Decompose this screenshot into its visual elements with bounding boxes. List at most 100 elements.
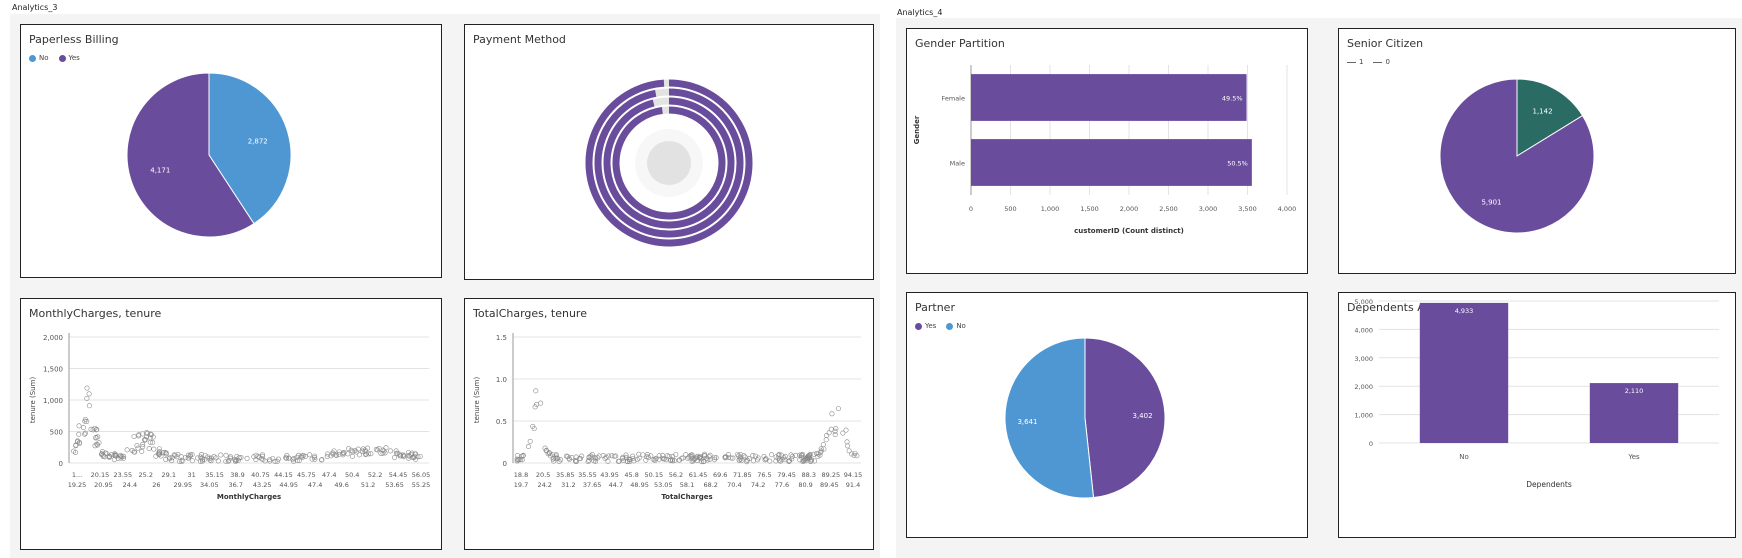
x-axis-title: TotalCharges [661,493,712,501]
x-tick-label: 36.7 [229,481,243,489]
x-tick-label: 54.45 [389,471,408,479]
x-tick-label: 71.85 [733,471,752,479]
total-charges-scatter: 0 0.5 1.0 1.5 tenure (Sum) 18.8 20.5 35.85 35.55… [473,333,862,501]
scatter-point [823,437,829,443]
x-axis-title: Dependents [1526,480,1572,489]
scatter-point [244,455,250,461]
scatter-point [270,455,276,461]
x-tick-label: Yes [1627,453,1640,461]
x-tick-label: 79.45 [777,471,796,479]
scatter-point [86,391,92,397]
gender-partition-card[interactable]: Gender Partition 0 500 1,000 1,500 2,000 2,50… [906,28,1308,274]
y-axis-title: tenure (Sum) [473,377,481,424]
x-tick-label: 19.25 [68,481,87,489]
scatter-point [151,446,157,452]
x-tick-label: 44.95 [279,481,298,489]
scatter-point [134,443,140,449]
scatter-point [782,453,788,459]
dashboard-label-analytics-4: Analytics_4 [897,8,943,17]
x-tick-label: 3,000 [1199,205,1218,213]
pie-data-label: 4,171 [150,167,170,175]
scatter-point [538,400,544,406]
x-tick-label: 34.05 [200,481,219,489]
partner-chart: 3,402 3,641 [1004,337,1166,499]
x-tick-label: 50.4 [345,471,359,479]
ring-center-core [647,141,691,185]
x-tick-label: 40.75 [251,471,270,479]
x-tick-label: 35.55 [578,471,597,479]
x-tick-label: 89.45 [820,481,839,489]
x-tick-label: 47.4 [322,471,336,479]
x-tick-label: 56.2 [669,471,683,479]
y-tick-label: 1.5 [496,334,507,342]
x-axis-title: customerID (Count distinct) [1074,227,1184,235]
scatter-point [829,411,835,417]
x-tick-label: 35.85 [556,471,575,479]
x-tick-label: 56.05 [412,471,431,479]
y-tick-label: 0 [59,460,63,468]
x-tick-label: 55.25 [412,481,431,489]
bar-no [1419,302,1509,443]
monthly-charges-tenure-card[interactable]: MonthlyCharges, tenure 0 500 1,000 1,500 2,0… [20,298,442,550]
y-tick-label: 5,000 [1354,298,1373,306]
partner-card[interactable]: Partner Yes No 3,402 3,641 [906,292,1308,538]
x-tick-label: No [1459,453,1469,461]
dashboard-label-analytics-3: Analytics_3 [12,3,58,12]
y-tick-label: 2,000 [43,334,63,342]
x-tick-label: 24.4 [123,481,137,489]
scatter-point [525,444,531,450]
x-tick-label: 58.1 [680,481,694,489]
y-tick-label: 4,000 [1354,326,1373,334]
total-charges-tenure-card[interactable]: TotalCharges, tenure 0 0.5 1.0 1.5 tenure (S… [464,298,874,550]
scatter-point [76,431,82,437]
pie-data-label: 3,641 [1017,418,1037,426]
paperless-billing-card[interactable]: Paperless Billing No Yes 2,872 4,171 [20,24,442,278]
x-tick-label: 25.2 [139,471,153,479]
scatter-point [387,448,393,454]
x-tick-label: 53.05 [654,481,673,489]
x-tick-label: 0 [969,205,973,213]
x-tick-label: 45.75 [297,471,316,479]
monthly-charges-scatter: 0 500 1,000 1,500 2,000 tenure (Sum) 1... 20.15… [29,333,431,501]
scatter-point [843,427,849,433]
y-tick-label: Male [950,160,965,168]
scatter-point [76,423,82,429]
x-tick-label: 20.15 [91,471,110,479]
scatter-point [156,446,162,452]
scatter-point [84,385,90,391]
scatter-point [218,452,224,458]
x-tick-label: 48.95 [630,481,649,489]
scatter-point [742,454,748,460]
payment-method-chart [585,79,753,247]
scatter-point [392,455,398,461]
x-tick-label: 2,500 [1159,205,1178,213]
x-tick-label: 51.2 [361,481,375,489]
scatter-point [533,388,539,394]
scatter-point [846,448,852,454]
payment-method-card[interactable]: Payment Method [464,24,874,280]
y-tick-label: 1.0 [496,376,507,384]
y-tick-label: 1,500 [43,366,63,374]
scatter-point [349,453,355,459]
pie-data-label: 2,872 [248,137,268,145]
dependents-availability-card[interactable]: Dependents Availability 0 1,000 2,000 3,000… [1338,292,1736,538]
bar-data-label: 4,933 [1455,307,1474,315]
x-tick-label: 31.2 [561,481,575,489]
pie-data-label: 1,142 [1533,107,1553,115]
bar-data-label: 49.5% [1222,95,1243,103]
y-tick-label: 3,000 [1354,355,1373,363]
pie-slice-yes [1084,337,1166,499]
x-tick-label: 29.95 [174,481,193,489]
x-tick-label: 1,000 [1041,205,1060,213]
x-tick-label: 44.7 [609,481,623,489]
senior-citizen-card[interactable]: Senior Citizen 1 0 1,142 5,901 [1338,28,1736,274]
scatter-point [833,426,839,432]
bar-female [971,74,1247,121]
scatter-point [707,452,713,458]
x-tick-label: 44.15 [274,471,293,479]
scatter-point [124,447,130,453]
x-tick-label: 77.6 [775,481,789,489]
y-axis-title: Gender [913,115,921,144]
scatter-point [307,452,313,458]
x-tick-label: 69.6 [713,471,727,479]
